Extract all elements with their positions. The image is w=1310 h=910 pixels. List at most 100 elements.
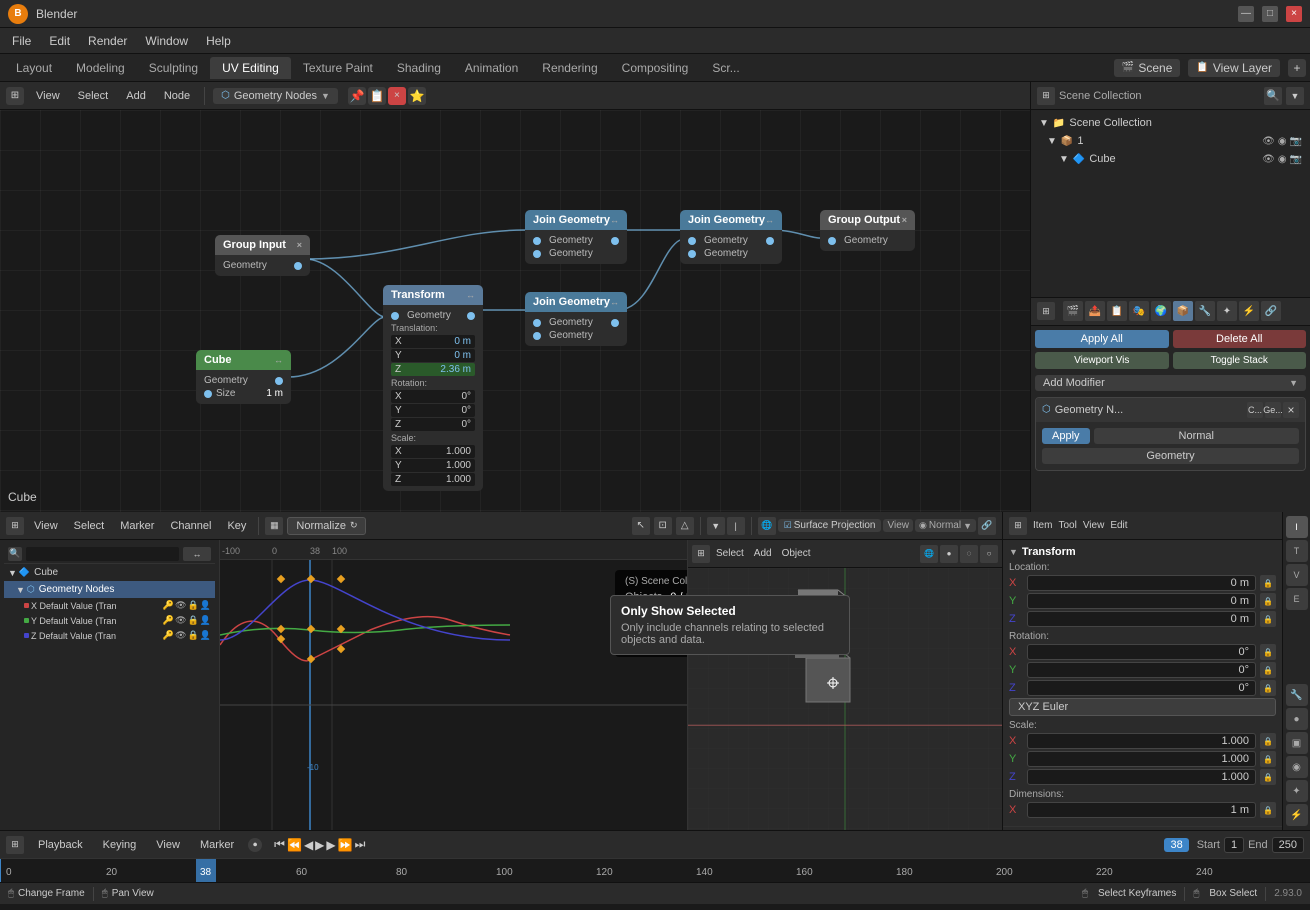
view-3d-icon[interactable]: 🌐: [758, 517, 776, 535]
snap-icon[interactable]: 🔗: [978, 517, 996, 535]
pin-icon-tl[interactable]: |: [727, 517, 745, 535]
next-key-button[interactable]: ▶: [326, 838, 335, 852]
channel-search-input[interactable]: [26, 547, 179, 561]
keyframe-area[interactable]: -100 0 38 100: [220, 540, 1002, 830]
filter-icon[interactable]: ▼: [1286, 87, 1304, 105]
filter-icon-tl[interactable]: ▼: [707, 517, 725, 535]
socket-dot-input[interactable]: [688, 237, 696, 245]
pin-icon[interactable]: 📌: [348, 87, 366, 105]
item-tab[interactable]: Item: [1033, 520, 1052, 531]
prop-type-icon[interactable]: ⊞: [1037, 302, 1055, 320]
cursor-icon[interactable]: ↖: [632, 517, 650, 535]
current-frame-indicator[interactable]: 38: [1164, 838, 1188, 852]
timeline-editor[interactable]: ⊞ View Select Marker Channel Key ▦ Norma…: [0, 512, 1002, 830]
lock-icon[interactable]: 🔒: [188, 615, 199, 626]
tl-menu-view[interactable]: View: [28, 518, 64, 534]
vp-solid-icon[interactable]: ●: [940, 545, 958, 563]
tab-sculpting[interactable]: Sculpting: [137, 57, 210, 79]
node-transform[interactable]: Transform ↔ Geometry Translation: X0 m Y…: [383, 285, 483, 491]
socket-dot-input[interactable]: [533, 332, 541, 340]
tool-prop-tab[interactable]: T: [1286, 540, 1308, 562]
socket-dot-output[interactable]: [766, 237, 774, 245]
star-icon[interactable]: ⭐: [408, 87, 426, 105]
lock-rz-icon[interactable]: 🔒: [1260, 680, 1276, 696]
scale-z-value[interactable]: 1.000: [1027, 769, 1256, 785]
tl-menu-marker[interactable]: Marker: [114, 518, 160, 534]
physics-icon[interactable]: ⚡: [1286, 804, 1308, 826]
props-type-icon[interactable]: ⊞: [1009, 517, 1027, 535]
node-join-geometry-1[interactable]: Join Geometry ↔ Geometry Geometry: [525, 210, 627, 264]
rotation-mode-select[interactable]: XYZ Euler: [1009, 698, 1276, 716]
tab-shading[interactable]: Shading: [385, 57, 453, 79]
socket-dot-input[interactable]: [391, 312, 399, 320]
socket-dot-input[interactable]: [533, 250, 541, 258]
viewport-icon[interactable]: ◉: [1278, 154, 1287, 165]
particle-icon[interactable]: ✦: [1286, 780, 1308, 802]
channel-cube-item[interactable]: ▼ 🔷 Cube: [4, 564, 215, 581]
tab-animation[interactable]: Animation: [453, 57, 530, 79]
viewport-mini[interactable]: ⊞ Select Add Object 🌐 ● ◌ ○: [687, 540, 1002, 830]
add-modifier-button[interactable]: Add Modifier ▼: [1035, 375, 1306, 391]
tool-tab[interactable]: Tool: [1058, 520, 1076, 531]
tweak-icon[interactable]: △: [676, 517, 694, 535]
delete-all-button[interactable]: Delete All: [1173, 330, 1307, 348]
mute-icon[interactable]: 👁: [175, 615, 186, 626]
lock-dx-icon[interactable]: 🔒: [1260, 802, 1276, 818]
socket-dot-output[interactable]: [467, 312, 475, 320]
mute-icon[interactable]: 👁: [175, 600, 186, 611]
node-group-output[interactable]: Group Output × Geometry: [820, 210, 915, 251]
tab-rendering[interactable]: Rendering: [530, 57, 609, 79]
vp-shading-icon[interactable]: ◌: [960, 545, 978, 563]
geometry-nodes-dropdown[interactable]: ⬡ Geometry Nodes ▼: [213, 88, 338, 104]
orientation-label[interactable]: View: [883, 519, 913, 532]
object-prop-icon[interactable]: 📦: [1173, 301, 1193, 321]
maximize-button[interactable]: □: [1262, 6, 1278, 22]
rotation-x-value[interactable]: 0°: [1027, 644, 1256, 660]
start-frame-input[interactable]: 1: [1224, 837, 1244, 853]
node-cube[interactable]: Cube ↔ Geometry Size 1 m: [196, 350, 291, 404]
lock-icon[interactable]: 🔒: [188, 630, 199, 641]
ne-menu-view[interactable]: View: [30, 88, 66, 104]
vp-add[interactable]: Add: [750, 547, 776, 560]
channel-filter-icon[interactable]: ↔: [183, 547, 211, 561]
vp-select[interactable]: Select: [712, 547, 748, 560]
lock-x-icon[interactable]: 🔒: [1260, 575, 1276, 591]
modifier-geo-icon[interactable]: Ge...: [1265, 402, 1281, 418]
tab-texture-paint[interactable]: Texture Paint: [291, 57, 385, 79]
menu-file[interactable]: File: [4, 32, 39, 50]
dimensions-x-value[interactable]: 1 m: [1027, 802, 1256, 818]
render-prop-icon[interactable]: 🎬: [1063, 301, 1083, 321]
user-icon[interactable]: 👤: [200, 615, 211, 626]
view-layer-prop-icon[interactable]: 📋: [1107, 301, 1127, 321]
viewport-mode-icon[interactable]: ⊞: [692, 545, 710, 563]
next-frame-button[interactable]: ⏩: [338, 838, 353, 852]
mat-icon[interactable]: ◉: [1286, 756, 1308, 778]
ne-menu-node[interactable]: Node: [158, 88, 196, 104]
view-prop-tab[interactable]: V: [1286, 564, 1308, 586]
key-icon[interactable]: 🔑: [163, 630, 174, 641]
render-icon[interactable]: 📷: [1290, 154, 1302, 165]
socket-dot-output[interactable]: [294, 262, 302, 270]
lock-y-icon[interactable]: 🔒: [1260, 593, 1276, 609]
close-icon[interactable]: ×: [388, 87, 406, 105]
view-tab[interactable]: View: [1083, 520, 1105, 531]
outliner-type-icon[interactable]: ⊞: [1037, 87, 1055, 105]
lock-icon[interactable]: 🔒: [188, 600, 199, 611]
world-prop-icon[interactable]: 🌍: [1151, 301, 1171, 321]
tab-layout[interactable]: Layout: [4, 57, 64, 79]
delete-modifier-icon[interactable]: ×: [1283, 402, 1299, 418]
toggle-stack-button[interactable]: Toggle Stack: [1173, 352, 1307, 369]
editor-type-icon[interactable]: ⊞: [6, 87, 24, 105]
tl-menu-key[interactable]: Key: [221, 518, 252, 534]
location-z-value[interactable]: 0 m: [1027, 611, 1256, 627]
vp-object[interactable]: Object: [778, 547, 815, 560]
menu-help[interactable]: Help: [198, 32, 239, 50]
tools-icon[interactable]: 🔧: [1286, 684, 1308, 706]
constraint-prop-icon[interactable]: 🔗: [1261, 301, 1281, 321]
cube-icon[interactable]: ▣: [1286, 732, 1308, 754]
output-prop-icon[interactable]: 📤: [1085, 301, 1105, 321]
eye-icon[interactable]: 👁: [1262, 136, 1275, 147]
normalize-dropdown[interactable]: Normalize ↻: [287, 517, 366, 535]
sphere-icon[interactable]: ●: [1286, 708, 1308, 730]
lock-sz-icon[interactable]: 🔒: [1260, 769, 1276, 785]
